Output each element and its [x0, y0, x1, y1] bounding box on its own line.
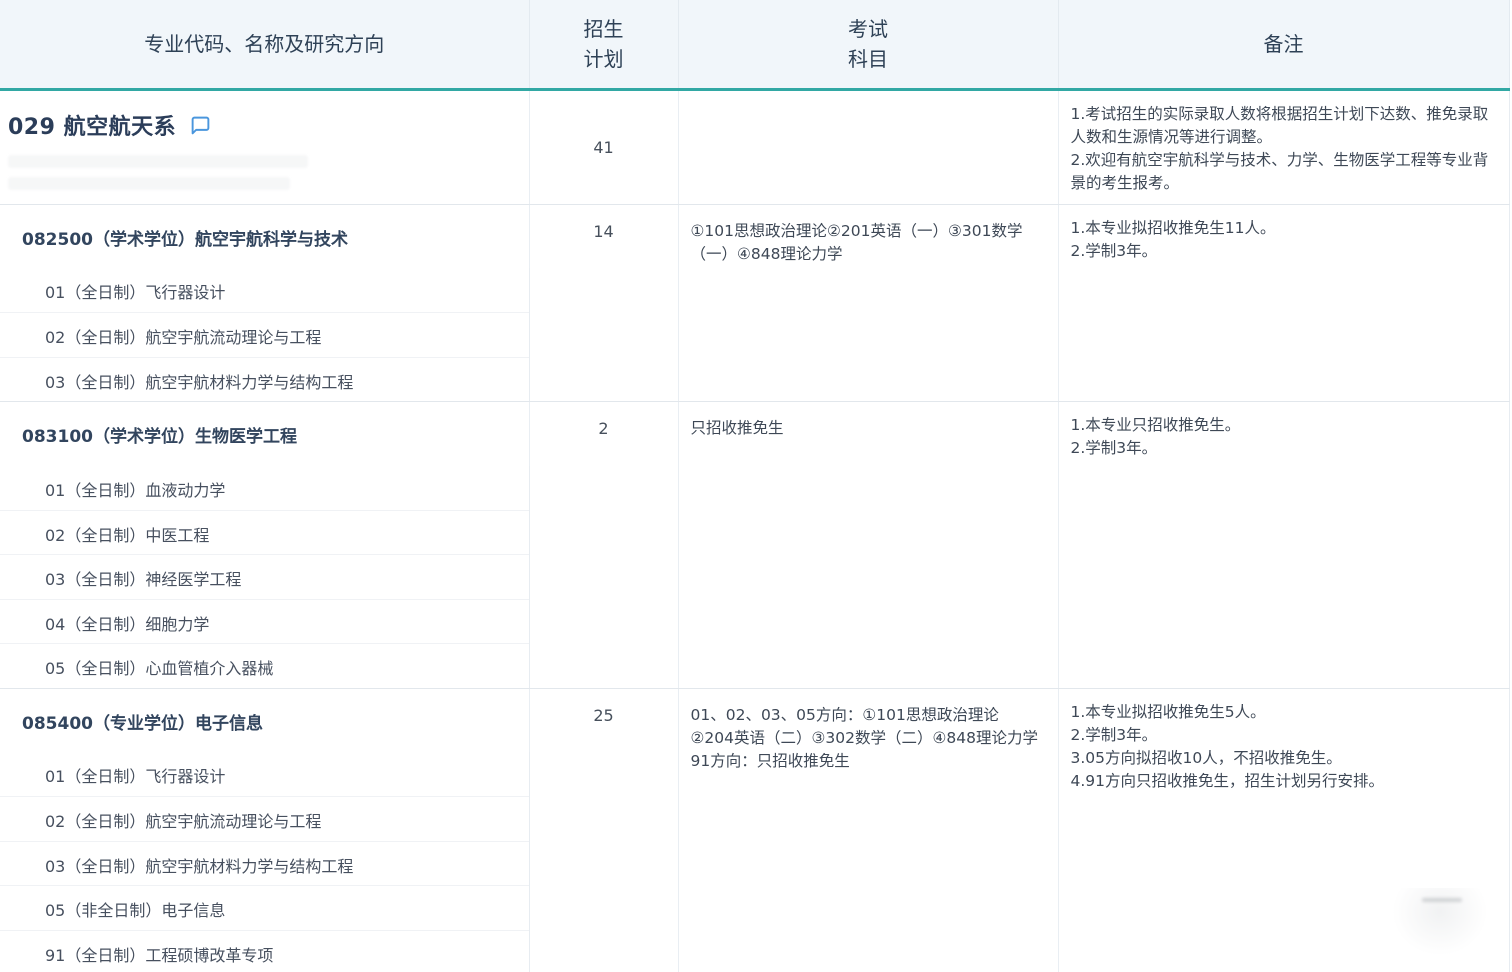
- program-title: 085400（专业学位）电子信息: [0, 688, 529, 752]
- admissions-catalog-page: 专业代码、名称及研究方向 招生 计划 考试 科目 备注 029 航空航天系: [0, 0, 1512, 972]
- direction-label: 02（全日制）航空宇航流动理论与工程: [0, 797, 529, 842]
- program-notes-cell: 1.本专业只招收推免生。 2.学制3年。: [1058, 402, 1509, 689]
- exam-line: 91方向：只招收推免生: [691, 750, 1042, 773]
- column-header-major: 专业代码、名称及研究方向: [0, 0, 529, 89]
- program-exam-cell: 01、02、03、05方向：①101思想政治理论②204英语（二）③302数学（…: [678, 688, 1058, 972]
- note-line: 4.91方向只招收推免生，招生计划另行安排。: [1071, 770, 1493, 793]
- direction-label: 01（全日制）飞行器设计: [0, 268, 529, 313]
- direction-label: 01（全日制）血液动力学: [0, 466, 529, 511]
- exam-line: ①101思想政治理论②201英语（一）③301数学（一）④848理论力学: [691, 220, 1042, 266]
- direction-label: 05（非全日制）电子信息: [0, 886, 529, 931]
- direction-label: 03（全日制）航空宇航材料力学与结构工程: [0, 357, 529, 402]
- program-notes-cell: 1.本专业拟招收推免生5人。 2.学制3年。 3.05方向拟招收10人，不招收推…: [1058, 688, 1509, 972]
- note-line: 2.学制3年。: [1071, 240, 1493, 263]
- direction-label: 05（全日制）心血管植介入器械: [0, 644, 529, 689]
- note-line: 2.欢迎有航空宇航科学与技术、力学、生物医学工程等专业背景的考生报考。: [1071, 149, 1493, 195]
- department-notes-cell: 1.考试招生的实际录取人数将根据招生计划下达数、推免录取人数和生源情况等进行调整…: [1058, 89, 1509, 204]
- note-line: 1.本专业只招收推免生。: [1071, 414, 1493, 437]
- department-plan-cell: 41: [529, 89, 678, 204]
- direction-label: 04（全日制）细胞力学: [0, 599, 529, 644]
- direction-label: 02（全日制）航空宇航流动理论与工程: [0, 313, 529, 358]
- direction-label: 03（全日制）航空宇航材料力学与结构工程: [0, 841, 529, 886]
- program-exam-cell: 只招收推免生: [678, 402, 1058, 689]
- direction-label: 02（全日制）中医工程: [0, 510, 529, 555]
- column-header-plan: 招生 计划: [529, 0, 678, 89]
- exam-line: 01、02、03、05方向：①101思想政治理论②204英语（二）③302数学（…: [691, 704, 1042, 750]
- note-line: 1.本专业拟招收推免生5人。: [1071, 701, 1493, 724]
- program-exam-cell: ①101思想政治理论②201英语（一）③301数学（一）④848理论力学: [678, 204, 1058, 402]
- direction-label: 03（全日制）神经医学工程: [0, 555, 529, 600]
- note-line: 2.学制3年。: [1071, 437, 1493, 460]
- department-exam-cell: [678, 89, 1058, 204]
- ghost-text-line: [8, 155, 308, 168]
- program-row-085400: 085400（专业学位）电子信息 25 01、02、03、05方向：①101思想…: [0, 688, 1509, 752]
- ghost-text-line: [8, 177, 290, 190]
- note-line: 1.本专业拟招收推免生11人。: [1071, 217, 1493, 240]
- program-row-083100: 083100（学术学位）生物医学工程 2 只招收推免生 1.本专业只招收推免生。…: [0, 402, 1509, 466]
- direction-label: 01（全日制）飞行器设计: [0, 752, 529, 797]
- note-line: 3.05方向拟招收10人，不招收推免生。: [1071, 747, 1493, 770]
- program-plan-cell: 25: [529, 688, 678, 972]
- program-title: 083100（学术学位）生物医学工程: [0, 402, 529, 466]
- department-row: 029 航空航天系 41 1.考试招生的实际录取人数将根据招生计划下达数、推免录…: [0, 89, 1509, 204]
- department-cell: 029 航空航天系: [0, 89, 529, 204]
- program-plan-cell: 2: [529, 402, 678, 689]
- department-title: 029 航空航天系: [8, 109, 176, 141]
- exam-line: 只招收推免生: [691, 417, 1042, 440]
- column-header-exam: 考试 科目: [678, 0, 1058, 89]
- direction-label: 91（全日制）工程硕博改革专项: [0, 930, 529, 972]
- program-plan-cell: 14: [529, 204, 678, 402]
- note-line: 1.考试招生的实际录取人数将根据招生计划下达数、推免录取人数和生源情况等进行调整…: [1071, 103, 1493, 149]
- program-row-082500: 082500（学术学位）航空宇航科学与技术 14 ①101思想政治理论②201英…: [0, 204, 1509, 268]
- admissions-table: 专业代码、名称及研究方向 招生 计划 考试 科目 备注 029 航空航天系: [0, 0, 1510, 972]
- column-header-notes: 备注: [1058, 0, 1509, 89]
- program-notes-cell: 1.本专业拟招收推免生11人。 2.学制3年。: [1058, 204, 1509, 402]
- header-row: 专业代码、名称及研究方向 招生 计划 考试 科目 备注: [0, 0, 1509, 89]
- comment-icon[interactable]: [190, 115, 211, 136]
- note-line: 2.学制3年。: [1071, 724, 1493, 747]
- ghost-text-block: [8, 155, 519, 190]
- table-header: 专业代码、名称及研究方向 招生 计划 考试 科目 备注: [0, 0, 1509, 89]
- program-title: 082500（学术学位）航空宇航科学与技术: [0, 204, 529, 268]
- watermark-smudge-dash: [1422, 898, 1462, 902]
